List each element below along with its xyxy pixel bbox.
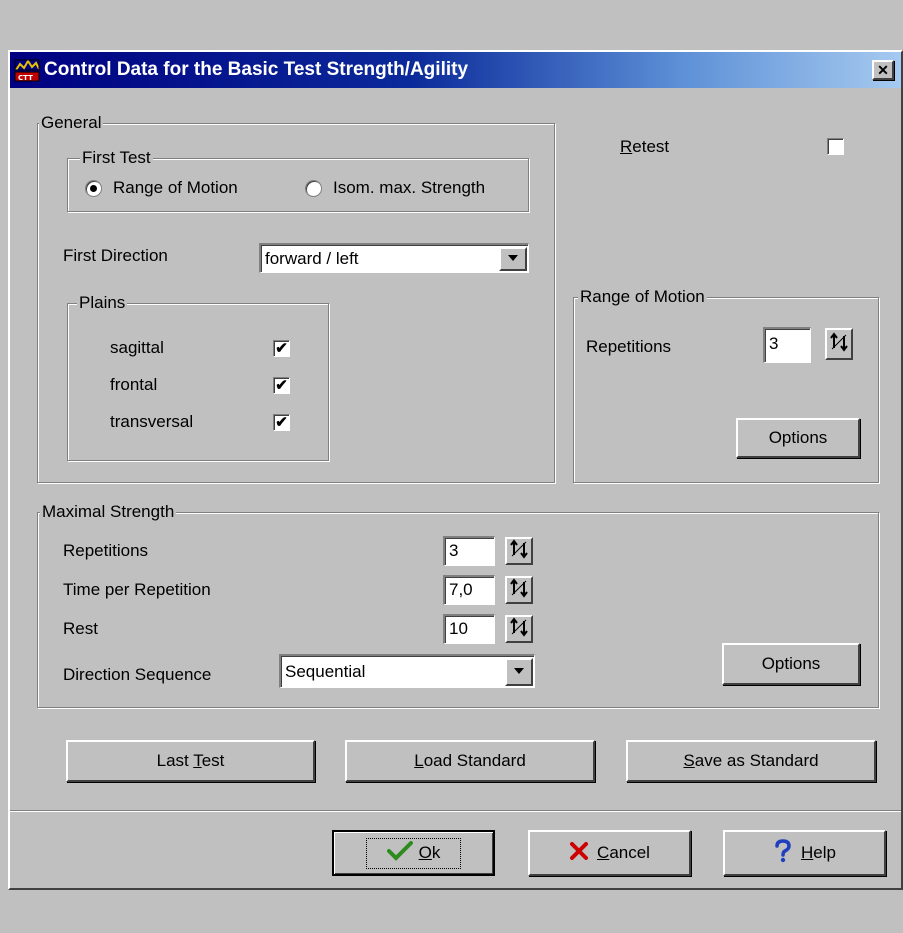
close-icon: ✕ — [877, 61, 889, 78]
help-label: Help — [801, 843, 836, 862]
plain-transversal-label: transversal — [110, 412, 194, 431]
retest-label[interactable]: Retest — [620, 137, 669, 157]
ms-sequence-label: Direction Sequence — [63, 665, 212, 684]
rom-options-label: Options — [768, 428, 828, 447]
cancel-label: Cancel — [597, 843, 650, 862]
ms-time-spinner[interactable] — [505, 576, 533, 604]
ms-rest-spinner[interactable] — [505, 615, 533, 643]
rom-repetitions-input[interactable]: 3 — [763, 327, 811, 363]
first-direction-select[interactable]: forward / left — [259, 243, 529, 273]
plain-frontal-checkbox[interactable]: ✔ — [273, 377, 290, 394]
plain-transversal-checkbox[interactable]: ✔ — [273, 414, 290, 431]
spin-arrows-icon — [509, 577, 529, 603]
ok-label: Ok — [418, 843, 441, 862]
spin-arrows-icon — [829, 331, 849, 357]
ms-time-input[interactable]: 7,0 — [443, 575, 495, 605]
ms-time-label: Time per Repetition — [63, 580, 211, 599]
chevron-down-icon — [513, 659, 525, 685]
range-of-motion-legend: Range of Motion — [578, 287, 707, 306]
radio-isom-max-strength[interactable] — [305, 180, 322, 197]
ms-repetitions-input[interactable]: 3 — [443, 536, 495, 566]
radio-isom-max-strength-label[interactable]: Isom. max. Strength — [333, 178, 485, 198]
radio-selected-dot — [90, 185, 97, 192]
plain-sagittal-checkbox[interactable]: ✔ — [273, 340, 290, 357]
last-test-label: Last Test — [156, 751, 225, 770]
cancel-x-icon — [569, 841, 589, 866]
last-test-button[interactable]: Last Test — [66, 740, 315, 782]
desktop-bottom-strip — [0, 890, 903, 933]
save-as-standard-button[interactable]: Save as Standard — [626, 740, 876, 782]
first-direction-label: First Direction — [63, 246, 168, 265]
retest-checkbox[interactable] — [827, 138, 844, 155]
svg-text:CTT: CTT — [18, 74, 33, 82]
first-direction-value: forward / left — [265, 248, 359, 268]
ms-rest-input[interactable]: 10 — [443, 614, 495, 644]
chevron-down-icon — [507, 246, 519, 272]
ms-options-button[interactable]: Options — [722, 643, 860, 685]
check-icon — [386, 840, 413, 866]
spin-arrows-icon — [509, 538, 529, 564]
ms-repetitions-spinner[interactable] — [505, 537, 533, 565]
save-as-standard-label: Save as Standard — [683, 751, 819, 770]
spin-arrows-icon — [509, 616, 529, 642]
first-test-legend: First Test — [80, 148, 153, 167]
desktop-top-strip — [0, 0, 903, 50]
ms-repetitions-label: Repetitions — [63, 541, 149, 560]
ms-rest-label: Rest — [63, 619, 98, 638]
radio-range-of-motion[interactable] — [85, 180, 102, 197]
help-button[interactable]: Help — [723, 830, 886, 876]
plain-sagittal-label: sagittal — [110, 338, 164, 357]
cancel-button[interactable]: Cancel — [528, 830, 691, 876]
general-legend: General — [39, 113, 104, 132]
ok-button[interactable]: Ok — [332, 830, 495, 876]
ok-focus-rect: Ok — [365, 837, 462, 869]
maximal-strength-legend: Maximal Strength — [40, 502, 177, 521]
ms-sequence-value: Sequential — [285, 661, 366, 681]
rom-options-button[interactable]: Options — [736, 418, 860, 458]
ms-sequence-select[interactable]: Sequential — [279, 654, 535, 688]
footer-separator — [10, 810, 901, 812]
first-direction-dropdown-button[interactable] — [499, 246, 527, 272]
close-button[interactable]: ✕ — [872, 60, 894, 80]
load-standard-label: Load Standard — [414, 751, 526, 770]
app-icon: CTT — [14, 58, 40, 82]
plain-frontal-label: frontal — [110, 375, 158, 394]
rom-repetitions-spinner[interactable] — [825, 328, 853, 360]
ms-options-label: Options — [761, 654, 821, 673]
load-standard-button[interactable]: Load Standard — [345, 740, 595, 782]
rom-repetitions-label: Repetitions — [586, 337, 672, 356]
ms-sequence-dropdown-button[interactable] — [505, 657, 533, 686]
help-question-icon — [773, 838, 793, 868]
radio-range-of-motion-label[interactable]: Range of Motion — [113, 178, 238, 198]
plains-legend: Plains — [77, 293, 128, 312]
window-title: Control Data for the Basic Test Strength… — [44, 59, 469, 80]
